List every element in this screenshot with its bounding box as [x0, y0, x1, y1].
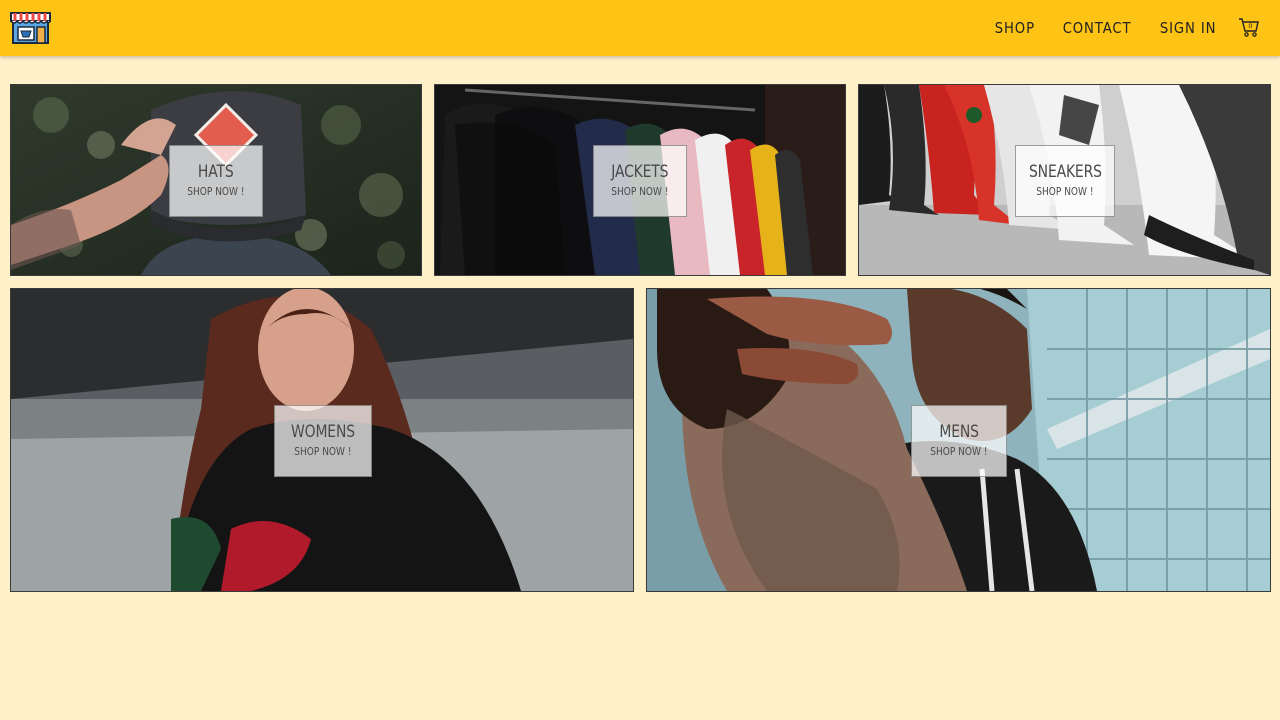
- storefront-logo-icon[interactable]: [10, 11, 51, 44]
- category-title: HATS: [198, 162, 234, 182]
- nav-contact-link[interactable]: CONTACT: [1062, 19, 1131, 37]
- header: SHOP CONTACT SIGN IN 0: [0, 0, 1280, 56]
- sneakers-label-box[interactable]: SNEAKERS SHOP NOW !: [1015, 145, 1115, 217]
- category-tile-womens[interactable]: WOMENS SHOP NOW !: [10, 288, 634, 592]
- category-title: WOMENS: [291, 422, 355, 442]
- cart-count: 0: [1248, 22, 1252, 30]
- category-tile-hats[interactable]: HATS SHOP NOW !: [10, 84, 422, 276]
- womens-label-box[interactable]: WOMENS SHOP NOW !: [274, 405, 372, 477]
- category-title: JACKETS: [611, 162, 669, 182]
- shop-now-text: SHOP NOW !: [930, 445, 988, 458]
- main-nav: SHOP CONTACT SIGN IN 0: [972, 0, 1260, 56]
- shop-now-text: SHOP NOW !: [611, 185, 669, 198]
- category-tile-mens[interactable]: MENS SHOP NOW !: [646, 288, 1271, 592]
- shop-now-text: SHOP NOW !: [294, 445, 352, 458]
- jackets-label-box[interactable]: JACKETS SHOP NOW !: [593, 145, 687, 217]
- category-title: SNEAKERS: [1028, 162, 1102, 182]
- category-tile-jackets[interactable]: JACKETS SHOP NOW !: [434, 84, 846, 276]
- category-tile-sneakers[interactable]: SNEAKERS SHOP NOW !: [858, 84, 1271, 276]
- shop-now-text: SHOP NOW !: [187, 185, 245, 198]
- nav-shop-link[interactable]: SHOP: [995, 19, 1035, 37]
- cart-icon[interactable]: 0: [1238, 16, 1260, 38]
- nav-sign-in-link[interactable]: SIGN IN: [1160, 19, 1216, 37]
- shop-now-text: SHOP NOW !: [1036, 185, 1094, 198]
- category-title: MENS: [939, 422, 979, 442]
- mens-label-box[interactable]: MENS SHOP NOW !: [911, 405, 1007, 477]
- hats-label-box[interactable]: HATS SHOP NOW !: [169, 145, 263, 217]
